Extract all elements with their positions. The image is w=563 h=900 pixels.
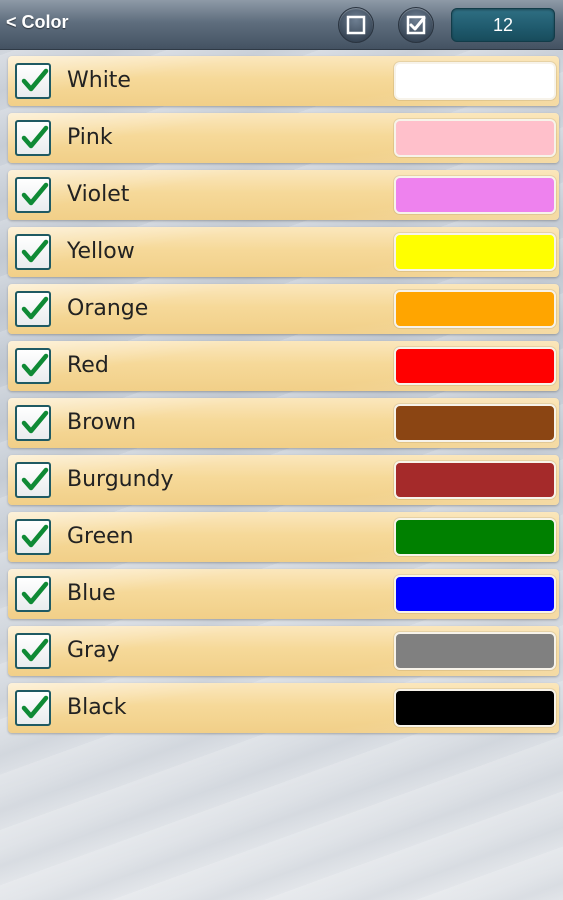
color-row-green[interactable]: Green [8,512,559,562]
color-name-label: Orange [67,296,149,321]
top-bar: < Color 12 [0,0,563,50]
color-swatch [394,62,556,100]
color-row-yellow[interactable]: Yellow [8,227,559,277]
color-swatch [394,119,556,157]
selected-count: 12 [451,8,555,42]
checkmark-icon [21,296,49,320]
checkmark-icon [21,467,49,491]
color-name-label: Gray [67,638,120,663]
color-row-pink[interactable]: Pink [8,113,559,163]
checkmark-icon [21,182,49,206]
color-row-violet[interactable]: Violet [8,170,559,220]
color-checkbox[interactable] [15,234,51,270]
color-checkbox[interactable] [15,291,51,327]
color-swatch [394,575,556,613]
checkmark-icon [21,695,49,719]
checkmark-icon [21,524,49,548]
color-swatch [394,632,556,670]
color-row-black[interactable]: Black [8,683,559,733]
back-button[interactable]: < Color [6,12,69,33]
color-swatch [394,404,556,442]
color-row-orange[interactable]: Orange [8,284,559,334]
color-name-label: White [67,68,131,93]
color-swatch [394,176,556,214]
color-name-label: Green [67,524,134,549]
checkmark-icon [21,581,49,605]
uncheck-all-button[interactable] [338,7,374,43]
checkmark-icon [21,638,49,662]
color-row-brown[interactable]: Brown [8,398,559,448]
color-swatch [394,518,556,556]
color-swatch [394,347,556,385]
check-all-button[interactable] [398,7,434,43]
color-name-label: Red [67,353,109,378]
color-checkbox[interactable] [15,120,51,156]
color-name-label: Blue [67,581,116,606]
color-checkbox[interactable] [15,177,51,213]
color-swatch [394,233,556,271]
checked-checkbox-icon [406,15,426,35]
color-checkbox[interactable] [15,576,51,612]
empty-checkbox-icon [346,15,366,35]
color-swatch [394,689,556,727]
color-row-white[interactable]: White [8,56,559,106]
color-checkbox[interactable] [15,63,51,99]
color-name-label: Pink [67,125,113,150]
color-list: White Pink Violet Yellow Orange Red Brown Burgu… [8,56,559,740]
color-row-burgundy[interactable]: Burgundy [8,455,559,505]
color-swatch [394,461,556,499]
color-name-label: Black [67,695,127,720]
color-name-label: Brown [67,410,137,435]
checkmark-icon [21,125,49,149]
checkmark-icon [21,353,49,377]
color-name-label: Yellow [67,239,135,264]
color-row-gray[interactable]: Gray [8,626,559,676]
color-name-label: Burgundy [67,467,174,492]
color-row-red[interactable]: Red [8,341,559,391]
color-checkbox[interactable] [15,690,51,726]
color-checkbox[interactable] [15,462,51,498]
color-checkbox[interactable] [15,633,51,669]
color-checkbox[interactable] [15,348,51,384]
color-name-label: Violet [67,182,130,207]
color-checkbox[interactable] [15,405,51,441]
color-checkbox[interactable] [15,519,51,555]
color-swatch [394,290,556,328]
color-row-blue[interactable]: Blue [8,569,559,619]
checkmark-icon [21,68,49,92]
checkmark-icon [21,410,49,434]
checkmark-icon [21,239,49,263]
